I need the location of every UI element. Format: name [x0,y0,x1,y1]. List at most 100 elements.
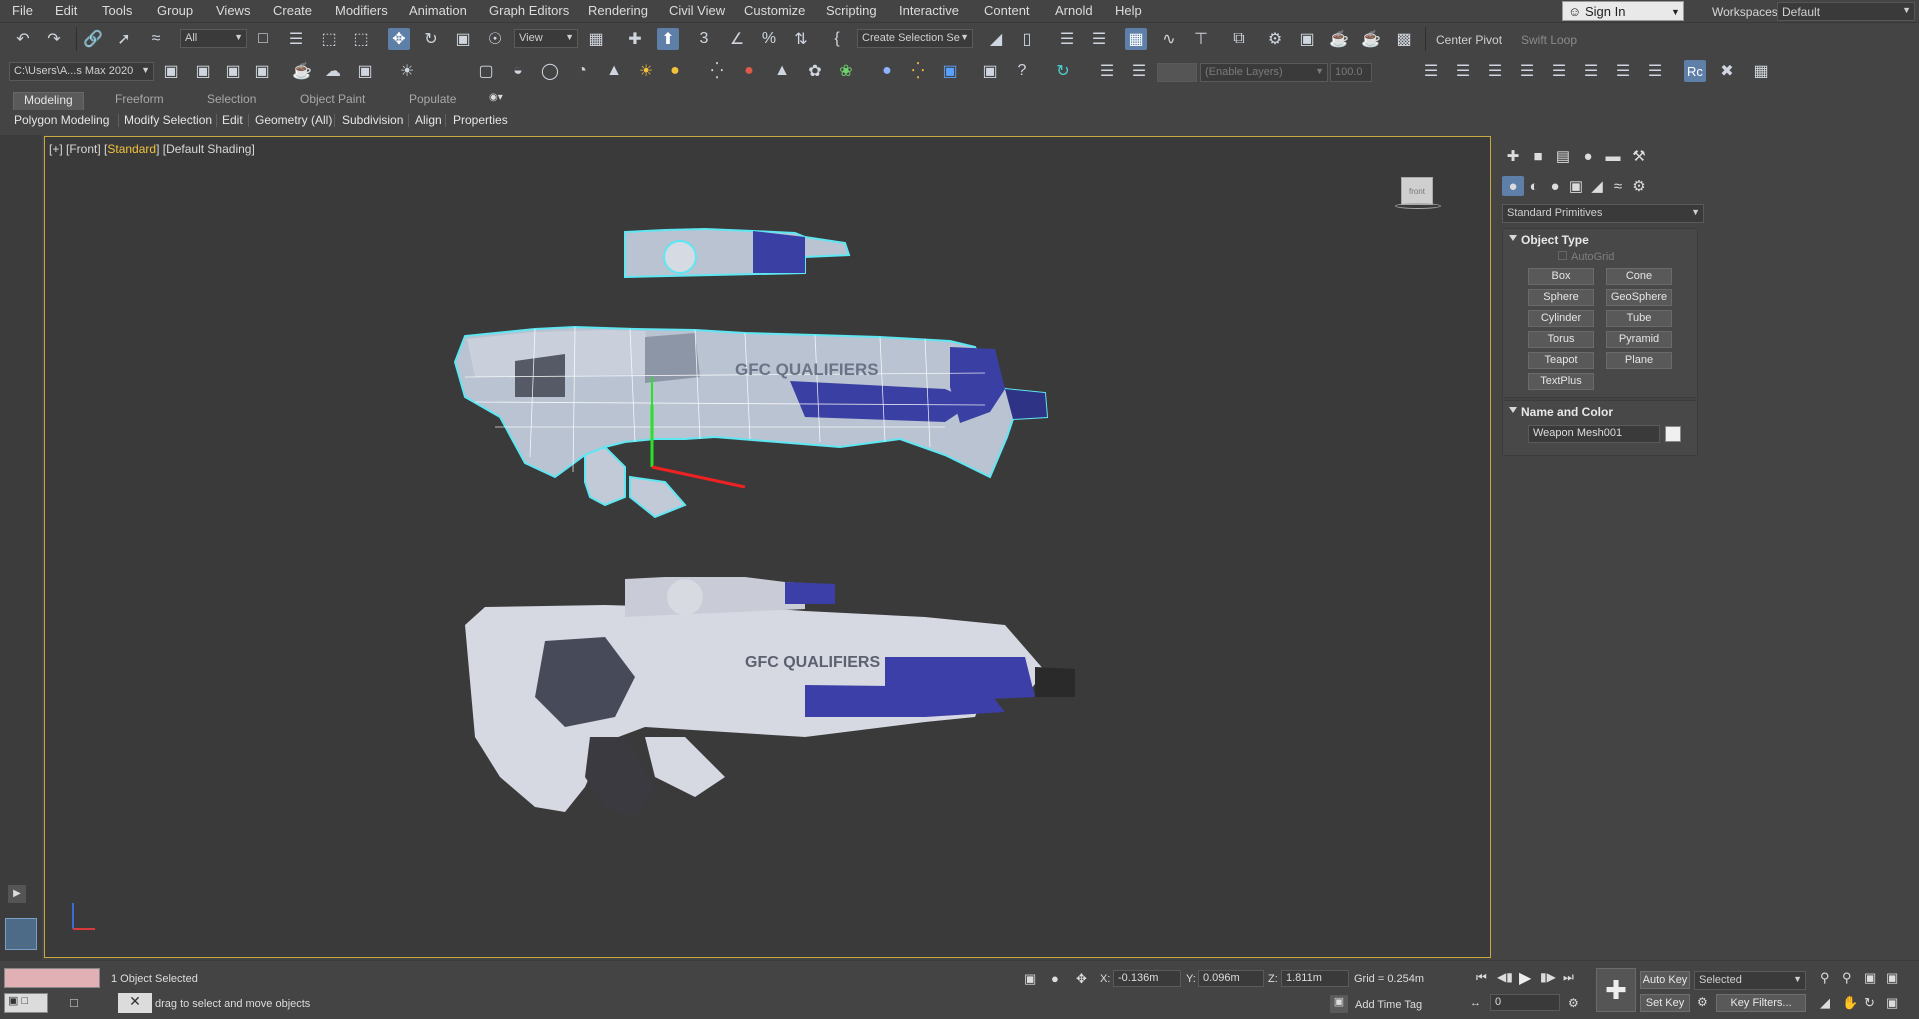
select-move-icon[interactable]: ✥ [388,28,410,50]
project-folder-icon[interactable]: ▣ [251,60,273,82]
isolate-selection-icon[interactable]: ▣ [1024,971,1036,987]
color-swatch-icon[interactable]: ⁛ [907,60,929,82]
ribbon-options-icon[interactable]: ◉▾ [479,92,513,109]
help-icon[interactable]: ? [1011,60,1033,82]
redo-icon[interactable]: ↷ [43,28,65,50]
layers-icon[interactable]: ☰ [1096,60,1118,82]
volume-icon[interactable]: ✿ [804,60,826,82]
motion-tab-icon[interactable]: ● [1577,146,1599,166]
layer-tool-3-icon[interactable]: ☰ [1484,60,1506,82]
primitive-category-dropdown[interactable]: Standard Primitives ▼ [1502,204,1704,223]
layer-explorer-icon[interactable]: ☰ [1088,28,1110,50]
shapes-category-icon[interactable]: ◐ [1523,176,1545,196]
object-name-field[interactable]: Weapon Mesh001 [1528,425,1660,443]
cameras-category-icon[interactable]: ▣ [1565,176,1587,196]
layer-color-swatch[interactable] [1157,63,1197,82]
render-iterative-icon[interactable]: ☕ [1360,28,1382,50]
plane-button[interactable]: Plane [1606,352,1672,369]
menu-interactive[interactable]: Interactive [899,3,959,18]
link-icon[interactable]: 🔗 [82,28,104,50]
collapse-icon[interactable] [1509,235,1517,241]
sign-in-dropdown[interactable]: ☺ Sign In ▼ [1562,1,1684,21]
box-button[interactable]: Box [1528,268,1594,285]
autogrid-checkbox[interactable]: AutoGrid [1558,251,1614,263]
render-pass-icon[interactable]: ▣ [939,60,961,82]
spacewarps-category-icon[interactable]: ≈ [1607,176,1629,196]
menu-scripting[interactable]: Scripting [826,3,877,18]
select-scale-icon[interactable]: ▣ [452,28,474,50]
tab-selection[interactable]: Selection [197,92,266,109]
goto-end-icon[interactable]: ⏭ [1563,970,1574,985]
menu-civil-view[interactable]: Civil View [669,3,725,18]
arnold-icon[interactable]: ▣ [354,60,376,82]
systems-category-icon[interactable]: ⚙ [1628,176,1650,196]
prev-frame-icon[interactable]: ◀▮ [1497,970,1513,984]
menu-content[interactable]: Content [984,3,1030,18]
layer-tool-8-icon[interactable]: ☰ [1644,60,1666,82]
teapot-icon[interactable]: ☕ [291,60,313,82]
create-project-icon[interactable]: ▣ [192,60,214,82]
auto-set-project-icon[interactable]: ▣ [160,60,182,82]
clipboard-icon[interactable]: ▣ [979,60,1001,82]
sun-icon[interactable]: ☀ [635,60,657,82]
sky-icon[interactable]: ● [664,60,686,82]
project-folder-dropdown[interactable]: C:\Users\A...s Max 2020 ▼ [9,62,154,81]
menu-group[interactable]: Group [157,3,193,18]
layer-tool-4-icon[interactable]: ☰ [1516,60,1538,82]
menu-file[interactable]: File [12,3,33,18]
object-color-swatch[interactable] [1665,426,1681,442]
render-setup-icon[interactable]: ⚙ [1264,28,1286,50]
menu-create[interactable]: Create [273,3,312,18]
panel-geometry-all[interactable]: Geometry (All) [255,113,332,127]
tab-populate[interactable]: Populate [399,92,466,109]
textplus-button[interactable]: TextPlus [1528,373,1594,390]
select-rotate-icon[interactable]: ↻ [420,28,442,50]
angle-snap-icon[interactable]: ∠ [726,28,748,50]
pivot-center-icon[interactable]: ▦ [585,28,607,50]
rendered-frame-icon[interactable]: ▣ [1296,28,1318,50]
menu-rendering[interactable]: Rendering [588,3,648,18]
collapse-icon[interactable] [1509,407,1517,413]
geosphere-button[interactable]: GeoSphere [1606,289,1672,306]
workspaces-dropdown[interactable]: Default ▼ [1777,2,1915,21]
panel-properties[interactable]: Properties [453,113,508,127]
object-type-title[interactable]: Object Type [1521,233,1589,247]
time-tag-icon[interactable]: ▣ [1330,995,1348,1013]
layer-tool-5-icon[interactable]: ☰ [1548,60,1570,82]
auto-key-button[interactable]: Auto Key [1640,971,1690,989]
tools-icon[interactable]: ✖ [1716,60,1738,82]
teapot-button[interactable]: Teapot [1528,352,1594,369]
field-of-view-icon[interactable]: ◢ [1820,995,1830,1011]
zoom-icon[interactable]: ⚲ [1820,970,1830,986]
modify-tab-icon[interactable]: ■ [1527,146,1549,166]
panel-align[interactable]: Align [415,113,442,127]
spinner-snap-icon[interactable]: ⇅ [790,28,812,50]
tab-object-paint[interactable]: Object Paint [290,92,375,109]
refresh-icon[interactable]: ↻ [1052,60,1074,82]
hierarchy-tab-icon[interactable]: ▤ [1552,146,1574,166]
current-frame-field[interactable]: 0 [1490,994,1560,1011]
render-sphere-icon[interactable]: ● [876,60,898,82]
zoom-extents-icon[interactable]: ▣ [1864,970,1876,986]
select-object-icon[interactable]: □ [252,28,274,50]
center-pivot-button[interactable]: Center Pivot [1436,33,1502,47]
panel-polygon-modeling[interactable]: Polygon Modeling [14,113,109,127]
close-icon[interactable]: ✕ [118,993,152,1013]
percent-snap-icon[interactable]: % [758,28,780,50]
layer-tool-6-icon[interactable]: ☰ [1580,60,1602,82]
select-place-icon[interactable]: ☉ [484,28,506,50]
menu-modifiers[interactable]: Modifiers [335,3,388,18]
layer-tool-2-icon[interactable]: ☰ [1452,60,1474,82]
unlink-icon[interactable]: ➚ [113,28,135,50]
scene-explorer-icon[interactable]: ☰ [1056,28,1078,50]
torus-button[interactable]: Torus [1528,331,1594,348]
key-filters-icon[interactable]: ⚙ [1697,995,1708,1009]
set-key-button[interactable]: Set Key [1640,994,1690,1012]
lights-category-icon[interactable]: ● [1544,176,1566,196]
fx-icon[interactable]: ▲ [771,60,793,82]
time-config-icon[interactable]: ⚙ [1568,996,1579,1010]
layer-stack-icon[interactable]: ☰ [1128,60,1150,82]
utilities-tab-icon[interactable]: ⚒ [1628,146,1650,166]
layer-tool-7-icon[interactable]: ☰ [1612,60,1634,82]
light-icon[interactable]: ☀ [396,60,418,82]
